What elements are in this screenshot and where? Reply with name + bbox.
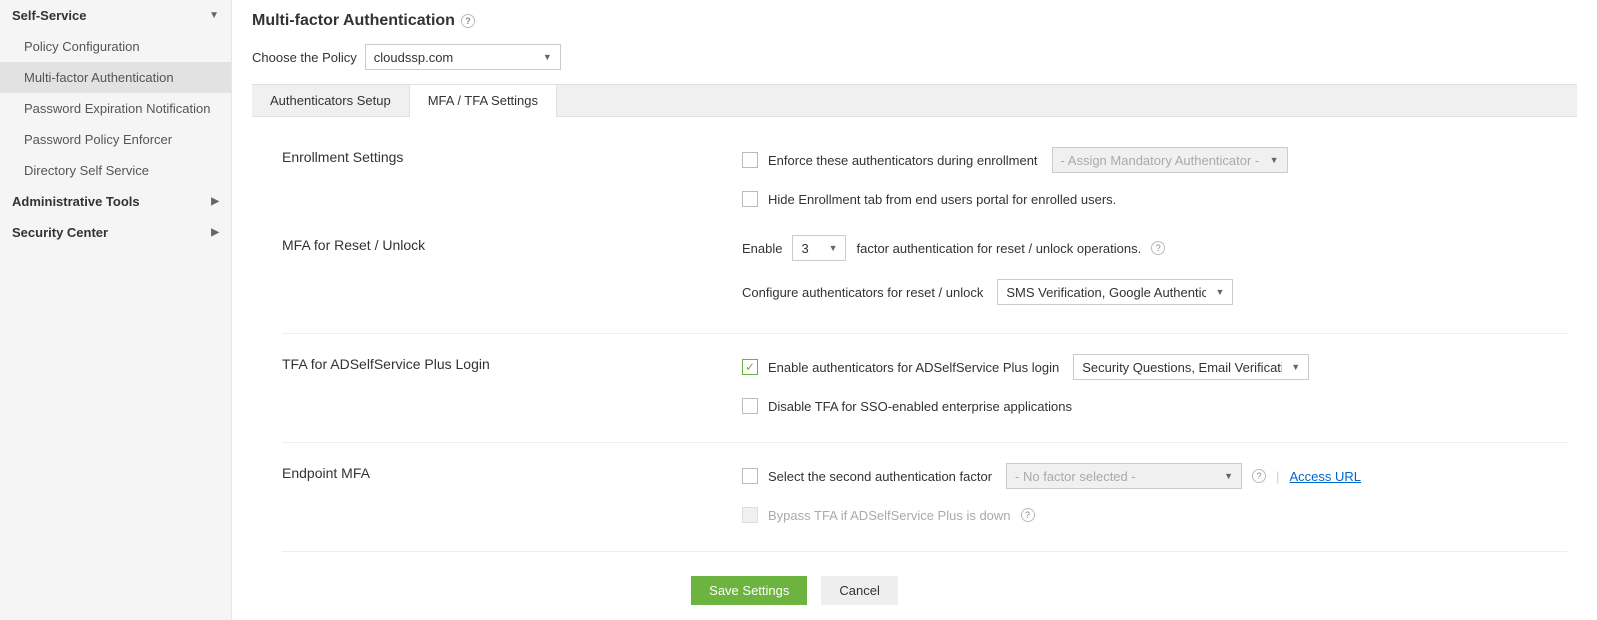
- button-row: Save Settings Cancel: [232, 576, 1567, 620]
- chevron-down-icon: ▼: [543, 52, 552, 62]
- endpoint-bypass-label: Bypass TFA if ADSelfService Plus is down: [768, 508, 1011, 523]
- help-icon[interactable]: ?: [461, 14, 475, 28]
- help-icon[interactable]: ?: [1252, 469, 1266, 483]
- access-url-link[interactable]: Access URL: [1289, 469, 1361, 484]
- tfa-title: TFA for ADSelfService Plus Login: [282, 354, 742, 414]
- reset-enable-row: Enable 3 ▼ factor authentication for res…: [742, 235, 1567, 261]
- chevron-down-icon: ▼: [829, 243, 838, 253]
- endpoint-select-label: Select the second authentication factor: [768, 469, 992, 484]
- endpoint-bypass-row: Bypass TFA if ADSelfService Plus is down…: [742, 507, 1567, 523]
- tabs-bar: Authenticators Setup MFA / TFA Settings: [252, 84, 1577, 117]
- endpoint-select-checkbox[interactable]: [742, 468, 758, 484]
- hide-enrollment-label: Hide Enrollment tab from end users porta…: [768, 192, 1116, 207]
- sidebar-security-center[interactable]: Security Center ▶: [0, 217, 231, 248]
- sidebar-admin-tools[interactable]: Administrative Tools ▶: [0, 186, 231, 217]
- endpoint-select-row: Select the second authentication factor …: [742, 463, 1567, 489]
- reset-enable-pre: Enable: [742, 241, 782, 256]
- sidebar-item-password-expiration[interactable]: Password Expiration Notification: [0, 93, 231, 124]
- page-title-text: Multi-factor Authentication: [252, 12, 455, 30]
- reset-authenticators-select[interactable]: SMS Verification, Google Authenticator ▼: [997, 279, 1233, 305]
- help-icon[interactable]: ?: [1021, 508, 1035, 522]
- sidebar: Self-Service ▼ Policy Configuration Mult…: [0, 0, 232, 620]
- sidebar-security-center-label: Security Center: [12, 225, 108, 240]
- chevron-down-icon: ▼: [209, 10, 219, 21]
- tfa-disable-label: Disable TFA for SSO-enabled enterprise a…: [768, 399, 1072, 414]
- section-reset-unlock: MFA for Reset / Unlock Enable 3 ▼ factor…: [282, 235, 1567, 305]
- section-enrollment: Enrollment Settings Enforce these authen…: [282, 147, 1567, 207]
- tab-mfa-tfa-settings[interactable]: MFA / TFA Settings: [409, 84, 557, 117]
- enforce-row: Enforce these authenticators during enro…: [742, 147, 1567, 173]
- sidebar-self-service[interactable]: Self-Service ▼: [0, 0, 231, 31]
- reset-configure-row: Configure authenticators for reset / unl…: [742, 279, 1567, 305]
- sidebar-item-policy-config[interactable]: Policy Configuration: [0, 31, 231, 62]
- sidebar-admin-tools-label: Administrative Tools: [12, 194, 140, 209]
- divider: [282, 551, 1567, 552]
- reset-factor-value: 3: [801, 241, 808, 256]
- tab-authenticators-setup[interactable]: Authenticators Setup: [252, 85, 409, 116]
- assign-placeholder: - Assign Mandatory Authenticator -: [1061, 153, 1260, 168]
- settings-content: Enrollment Settings Enforce these authen…: [252, 117, 1577, 620]
- section-tfa-login: TFA for ADSelfService Plus Login Enable …: [282, 354, 1567, 414]
- reset-auth-value: SMS Verification, Google Authenticator: [1006, 285, 1206, 300]
- endpoint-title: Endpoint MFA: [282, 463, 742, 523]
- tfa-authenticators-select[interactable]: Security Questions, Email Verification ▼: [1073, 354, 1309, 380]
- reset-configure-label: Configure authenticators for reset / unl…: [742, 285, 983, 300]
- tfa-auth-value: Security Questions, Email Verification: [1082, 360, 1282, 375]
- policy-select[interactable]: cloudssp.com ▼: [365, 44, 561, 70]
- endpoint-factor-placeholder: - No factor selected -: [1015, 469, 1136, 484]
- policy-value: cloudssp.com: [374, 50, 453, 65]
- tfa-disable-row: Disable TFA for SSO-enabled enterprise a…: [742, 398, 1567, 414]
- policy-label: Choose the Policy: [252, 50, 357, 65]
- sidebar-item-password-policy[interactable]: Password Policy Enforcer: [0, 124, 231, 155]
- cancel-button[interactable]: Cancel: [821, 576, 897, 605]
- reset-enable-post: factor authentication for reset / unlock…: [856, 241, 1141, 256]
- divider: [282, 442, 1567, 443]
- enrollment-title: Enrollment Settings: [282, 147, 742, 207]
- enforce-checkbox[interactable]: [742, 152, 758, 168]
- endpoint-factor-select[interactable]: - No factor selected - ▼: [1006, 463, 1242, 489]
- hide-enrollment-row: Hide Enrollment tab from end users porta…: [742, 191, 1567, 207]
- endpoint-bypass-checkbox: [742, 507, 758, 523]
- page-title: Multi-factor Authentication ?: [252, 12, 1577, 30]
- tfa-enable-label: Enable authenticators for ADSelfService …: [768, 360, 1059, 375]
- policy-row: Choose the Policy cloudssp.com ▼: [252, 44, 1577, 70]
- tfa-disable-sso-checkbox[interactable]: [742, 398, 758, 414]
- chevron-down-icon: ▼: [1215, 287, 1224, 297]
- enforce-label: Enforce these authenticators during enro…: [768, 153, 1038, 168]
- sidebar-item-mfa[interactable]: Multi-factor Authentication: [0, 62, 231, 93]
- reset-title: MFA for Reset / Unlock: [282, 235, 742, 305]
- assign-authenticator-select[interactable]: - Assign Mandatory Authenticator - ▼: [1052, 147, 1288, 173]
- sidebar-item-directory-self-service[interactable]: Directory Self Service: [0, 155, 231, 186]
- help-icon[interactable]: ?: [1151, 241, 1165, 255]
- divider: [282, 333, 1567, 334]
- main-content: Multi-factor Authentication ? Choose the…: [232, 0, 1597, 620]
- tfa-enable-checkbox[interactable]: [742, 359, 758, 375]
- save-button[interactable]: Save Settings: [691, 576, 807, 605]
- chevron-down-icon: ▼: [1270, 155, 1279, 165]
- tfa-enable-row: Enable authenticators for ADSelfService …: [742, 354, 1567, 380]
- chevron-down-icon: ▼: [1291, 362, 1300, 372]
- section-endpoint-mfa: Endpoint MFA Select the second authentic…: [282, 463, 1567, 523]
- sidebar-self-service-label: Self-Service: [12, 8, 86, 23]
- chevron-down-icon: ▼: [1224, 471, 1233, 481]
- reset-factor-select[interactable]: 3 ▼: [792, 235, 846, 261]
- chevron-right-icon: ▶: [211, 227, 219, 238]
- hide-enrollment-checkbox[interactable]: [742, 191, 758, 207]
- separator: |: [1276, 469, 1279, 484]
- chevron-right-icon: ▶: [211, 196, 219, 207]
